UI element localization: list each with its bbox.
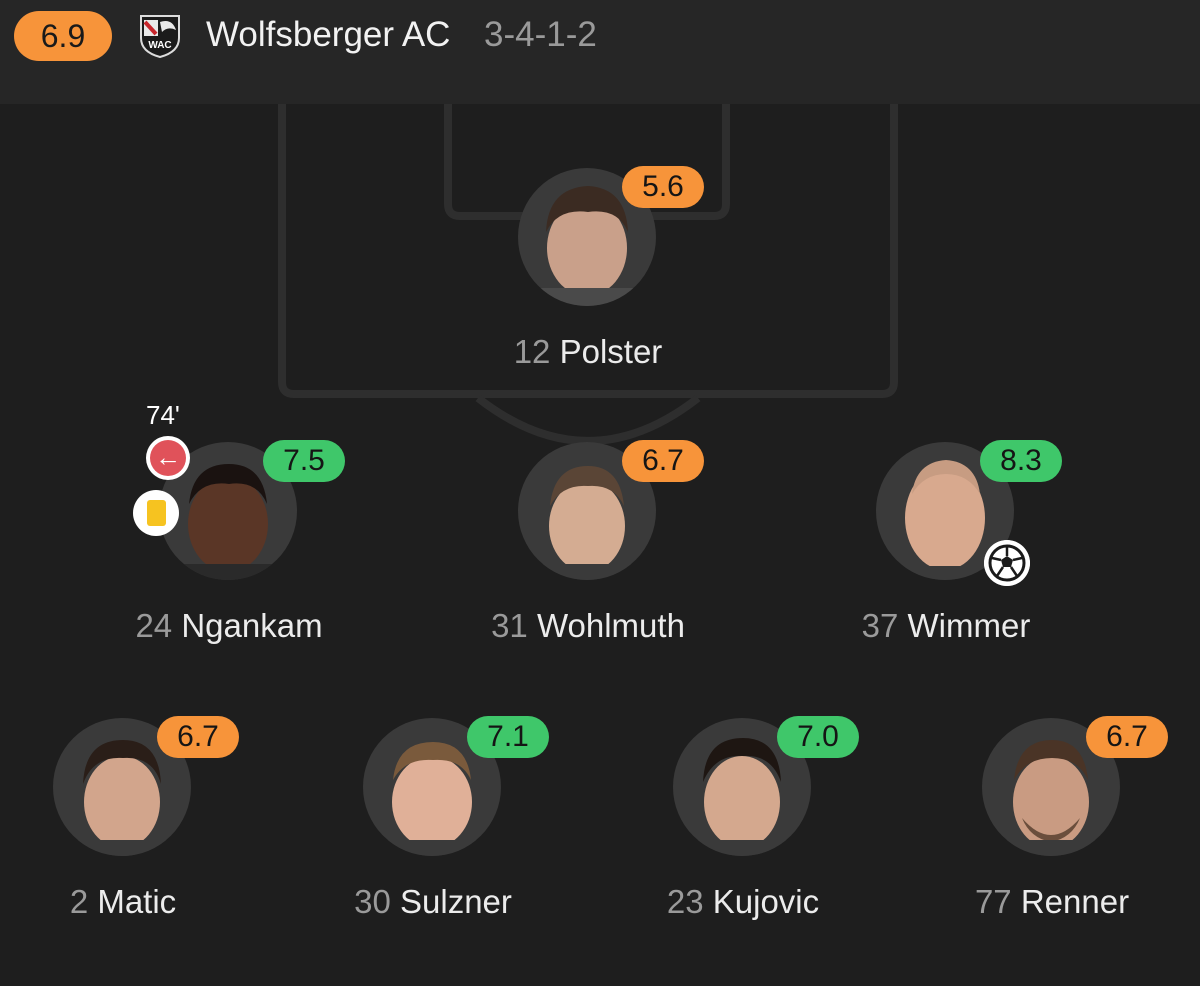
player-number: 23 (666, 883, 704, 920)
player-name: 2 Matic (0, 882, 263, 922)
player-card-ngankam[interactable]: 7.5 74' ← 24 Ngankam (89, 400, 369, 644)
substitution-minute: 74' (146, 400, 180, 430)
team-crest-icon: WAC (140, 15, 180, 58)
goal-ball-icon (984, 540, 1030, 586)
player-surname: Sulzner (400, 883, 512, 920)
player-rating-badge: 7.5 (263, 440, 345, 482)
player-number: 30 (354, 883, 391, 920)
player-card-matic[interactable]: 6.7 2 Matic (0, 716, 263, 920)
pitch: 5.6 12 Polster 7.5 74' ← 24 Ngankam 6.7 … (0, 104, 1200, 986)
team-header: 6.9 WAC Wolfsberger AC 3-4-1-2 (0, 0, 1200, 104)
player-name: 23 Kujovic (603, 882, 883, 922)
player-number: 12 (513, 333, 551, 370)
player-name: 77 Renner (912, 882, 1192, 922)
player-card-sulzner[interactable]: 7.1 30 Sulzner (293, 716, 573, 920)
player-card-renner[interactable]: 6.7 77 Renner (912, 716, 1192, 920)
player-surname: Renner (1020, 883, 1130, 920)
player-surname: Wimmer (907, 607, 1031, 644)
substitution-out-icon: ← (146, 436, 190, 480)
svg-text:WAC: WAC (148, 40, 171, 51)
player-number: 2 (69, 883, 89, 920)
player-number: 37 (861, 607, 899, 644)
player-surname: Kujovic (712, 883, 820, 920)
player-name: 30 Sulzner (293, 882, 573, 922)
player-name: 31 Wohlmuth (448, 606, 728, 646)
player-surname: Ngankam (181, 607, 323, 644)
team-rating-badge: 6.9 (14, 11, 112, 61)
player-card-kujovic[interactable]: 7.0 23 Kujovic (603, 716, 883, 920)
player-number: 24 (135, 607, 173, 644)
player-rating-badge: 6.7 (1086, 716, 1168, 758)
player-rating-badge: 6.7 (622, 440, 704, 482)
player-number: 31 (491, 607, 528, 644)
team-name: Wolfsberger AC (206, 15, 451, 54)
player-number: 77 (974, 883, 1012, 920)
player-name: 12 Polster (448, 332, 728, 372)
player-surname: Matic (97, 883, 177, 920)
player-surname: Wohlmuth (536, 607, 685, 644)
player-rating-badge: 7.0 (777, 716, 859, 758)
player-rating-badge: 5.6 (622, 166, 704, 208)
player-surname: Polster (559, 333, 663, 370)
player-name: 24 Ngankam (89, 606, 369, 646)
player-rating-badge: 8.3 (980, 440, 1062, 482)
player-rating-badge: 6.7 (157, 716, 239, 758)
player-card-wimmer[interactable]: 8.3 37 Wimmer (806, 440, 1086, 644)
player-card-wohlmuth[interactable]: 6.7 31 Wohlmuth (448, 440, 728, 644)
player-name: 37 Wimmer (806, 606, 1086, 646)
player-rating-badge: 7.1 (467, 716, 549, 758)
formation-label: 3-4-1-2 (484, 15, 597, 54)
yellow-card-icon (133, 490, 179, 536)
player-card-polster[interactable]: 5.6 12 Polster (448, 166, 728, 370)
